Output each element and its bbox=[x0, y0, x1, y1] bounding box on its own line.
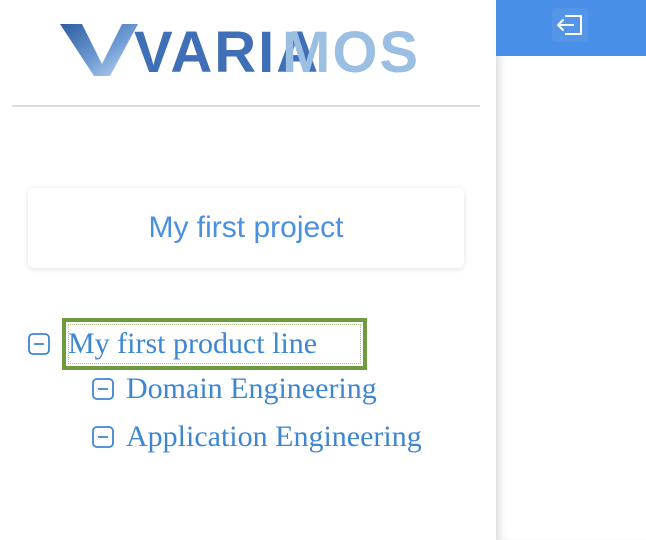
project-title: My first project bbox=[148, 211, 344, 244]
minus-square-icon[interactable] bbox=[92, 426, 114, 448]
app-window: VARIA MOS My first project My first prod… bbox=[0, 0, 646, 540]
logo-text-mos: MOS bbox=[282, 20, 420, 80]
sidebar-divider bbox=[12, 105, 480, 107]
project-card[interactable]: My first project bbox=[28, 188, 464, 268]
top-bar bbox=[496, 0, 646, 56]
tree-node-label-domain-engineering[interactable]: Domain Engineering bbox=[126, 372, 377, 406]
tree-node-product-line[interactable]: My first product line bbox=[28, 318, 368, 370]
minus-square-icon[interactable] bbox=[28, 333, 50, 355]
tree-node-domain-engineering[interactable]: Domain Engineering bbox=[92, 372, 377, 406]
main-panel bbox=[496, 0, 646, 540]
sign-out-icon bbox=[557, 15, 582, 35]
tree-node-application-engineering[interactable]: Application Engineering bbox=[92, 420, 422, 454]
variamos-logo: VARIA MOS bbox=[60, 18, 436, 85]
tree-node-label-application-engineering[interactable]: Application Engineering bbox=[126, 420, 422, 454]
tree-node-label-product-line[interactable]: My first product line bbox=[62, 318, 368, 370]
sign-out-button[interactable] bbox=[552, 8, 588, 42]
sidebar: VARIA MOS My first project My first prod… bbox=[0, 0, 496, 540]
minus-square-icon[interactable] bbox=[92, 378, 114, 400]
